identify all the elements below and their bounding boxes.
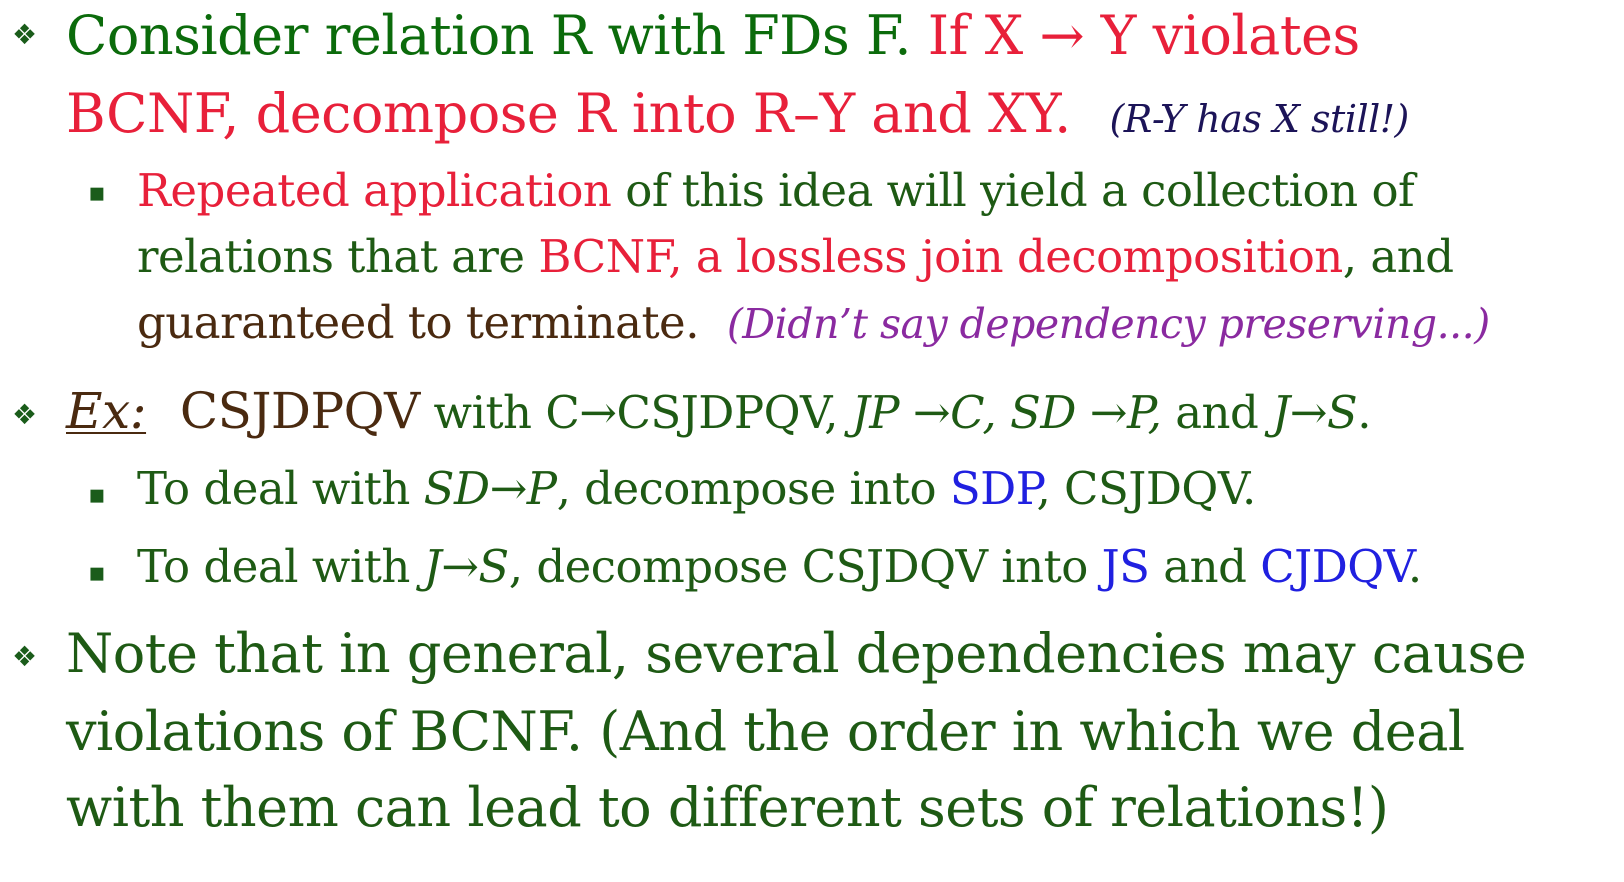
period-text: .	[1407, 540, 1422, 593]
and-text: , and	[1342, 230, 1454, 283]
relation-sdp: SDP	[949, 462, 1037, 515]
slide: ❖ Consider relation R with FDs F. If X →…	[0, 0, 1624, 882]
note-text-3: with them can lead to different sets of …	[66, 776, 1389, 839]
bullet-1-line-2: BCNF, decompose R into R–Y and XY. (R-Y …	[66, 82, 1409, 145]
deal-with-text: To deal with	[137, 462, 424, 515]
decompose-text: , decompose CSJDQV into	[508, 540, 1102, 593]
fd-jp-sd: JP →C, SD →P,	[851, 386, 1162, 439]
bullet-3-line-1: Note that in general, several dependenci…	[66, 622, 1527, 685]
violation-condition-text: If X → Y violates	[927, 4, 1360, 67]
and-text: and	[1149, 540, 1261, 593]
sub-bullet-2-line-2: To deal with J→S, decompose CSJDQV into …	[137, 540, 1422, 593]
square-bullet-icon: ▪	[88, 480, 106, 510]
relation-js: JS	[1101, 540, 1150, 593]
sub-bullet-1-line-1: Repeated application of this idea will y…	[137, 164, 1415, 217]
relations-text: relations that are	[137, 230, 539, 283]
bullet-3-line-3: with them can lead to different sets of …	[66, 776, 1389, 839]
diamond-bullet-icon: ❖	[12, 18, 38, 51]
bullet-2-line-1: Ex: CSJDPQV with C→CSJDPQV, JP →C, SD →P…	[66, 382, 1372, 440]
collection-text: of this idea will yield a collection of	[611, 164, 1415, 217]
note-text-1: Note that in general, several dependenci…	[66, 622, 1527, 685]
deal-with-text: To deal with	[137, 540, 424, 593]
bullet-1-line-1: Consider relation R with FDs F. If X → Y…	[66, 4, 1360, 67]
sub-bullet-2-line-1: To deal with SD→P, decompose into SDP, C…	[137, 462, 1256, 515]
repeated-application-text: Repeated application	[137, 164, 612, 217]
bcnf-intro-text: Consider relation R with FDs F.	[66, 4, 928, 67]
fd-sd-p: SD→P	[423, 462, 557, 515]
diamond-bullet-icon: ❖	[12, 398, 38, 431]
r-y-note: (R-Y has X still!)	[1109, 97, 1409, 141]
decompose-rule-text: BCNF, decompose R into R–Y and XY.	[66, 82, 1071, 145]
fd-j-s: J→S	[423, 540, 510, 593]
decompose-into-text: , decompose into	[556, 462, 950, 515]
sub-bullet-1-line-2: relations that are BCNF, a lossless join…	[137, 230, 1454, 283]
lossless-join-text: BCNF, a lossless join decomposition	[538, 230, 1343, 283]
square-bullet-icon: ▪	[88, 178, 106, 208]
diamond-bullet-icon: ❖	[12, 640, 38, 673]
fd-j-s: J→S	[1272, 386, 1358, 439]
and-text: and	[1161, 386, 1273, 439]
dependency-preserving-note: (Didn’t say dependency preserving...)	[726, 300, 1490, 348]
terminate-text: guaranteed to terminate.	[137, 296, 700, 349]
period-text: .	[1357, 386, 1372, 439]
fd-list-text: with C→CSJDPQV,	[419, 386, 852, 439]
sub-bullet-1-line-3: guaranteed to terminate. (Didn’t say dep…	[137, 296, 1490, 349]
bullet-3-line-2: violations of BCNF. (And the order in wh…	[66, 700, 1465, 763]
square-bullet-icon: ▪	[88, 558, 106, 588]
relation-cjdqv: CJDQV	[1260, 540, 1408, 593]
example-label: Ex:	[66, 382, 147, 440]
relation-name: CSJDPQV	[179, 382, 420, 440]
relation-csjdqv: , CSJDQV.	[1036, 462, 1256, 515]
note-text-2: violations of BCNF. (And the order in wh…	[66, 700, 1465, 763]
